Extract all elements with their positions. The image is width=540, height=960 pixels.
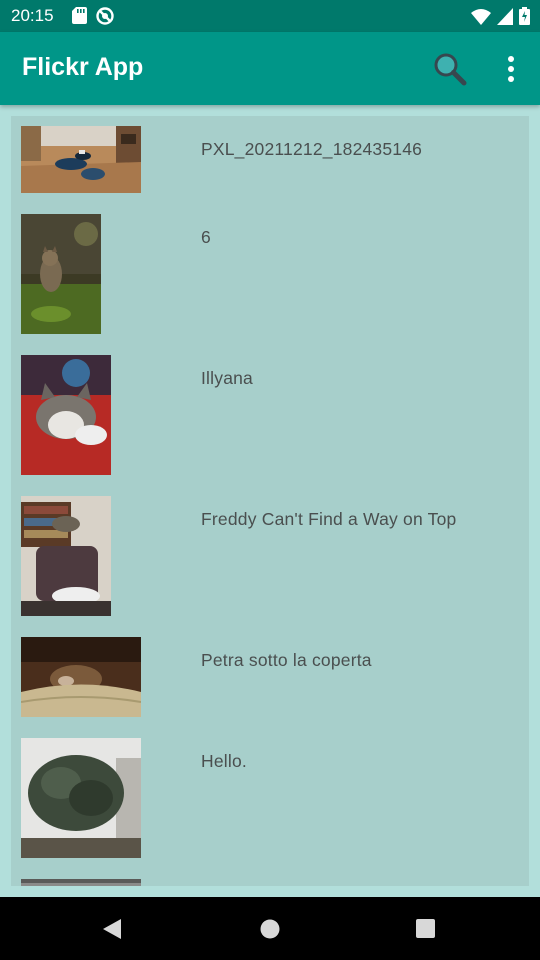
photo-thumbnail[interactable] — [21, 879, 141, 886]
back-icon[interactable] — [102, 918, 122, 945]
photo-thumbnail[interactable] — [21, 738, 141, 858]
photo-thumbnail[interactable] — [21, 637, 141, 717]
search-icon — [432, 53, 468, 91]
list-item[interactable]: PXL_20211212_182435146 — [11, 126, 529, 193]
photo-title: Illyana — [201, 368, 253, 388]
photo-thumbnail[interactable] — [21, 214, 101, 334]
cell-signal-icon — [497, 7, 513, 30]
photo-title: Freddy Can't Find a Way on Top — [201, 509, 457, 529]
sd-card-icon — [72, 7, 87, 30]
photo-title: PXL_20211212_182435146 — [201, 139, 423, 159]
photo-thumbnail[interactable] — [21, 496, 111, 616]
photo-title: 6 — [201, 227, 211, 247]
photo-thumbnail[interactable] — [21, 355, 111, 475]
search-button[interactable] — [432, 51, 468, 87]
list-item[interactable] — [11, 879, 529, 886]
list-item[interactable]: Hello. — [11, 738, 529, 858]
list-item[interactable]: Petra sotto la coperta — [11, 637, 529, 717]
do-not-disturb-icon — [96, 7, 114, 30]
app-title: Flickr App — [22, 53, 144, 81]
photo-thumbnail[interactable] — [21, 126, 141, 193]
list-item[interactable]: 6 — [11, 214, 529, 334]
home-icon[interactable] — [259, 918, 281, 945]
recents-icon[interactable] — [415, 918, 436, 944]
photo-title: Hello. — [201, 751, 247, 771]
more-vertical-icon — [498, 56, 524, 92]
list-item[interactable]: Illyana — [11, 355, 529, 475]
status-time: 20:15 — [11, 6, 54, 25]
app-bar: Flickr App — [0, 32, 540, 105]
photo-title: Petra sotto la coperta — [201, 650, 372, 670]
status-left-icons — [72, 7, 114, 30]
photo-list[interactable]: PXL_20211212_182435146 6 Illyana Freddy … — [11, 116, 529, 886]
status-bar: 20:15 — [0, 0, 540, 32]
navigation-bar — [0, 897, 540, 960]
status-right-icons — [471, 7, 530, 30]
overflow-menu-button[interactable] — [498, 50, 524, 88]
list-item[interactable]: Freddy Can't Find a Way on Top — [11, 496, 529, 616]
wifi-icon — [471, 8, 491, 30]
battery-icon — [519, 7, 530, 30]
